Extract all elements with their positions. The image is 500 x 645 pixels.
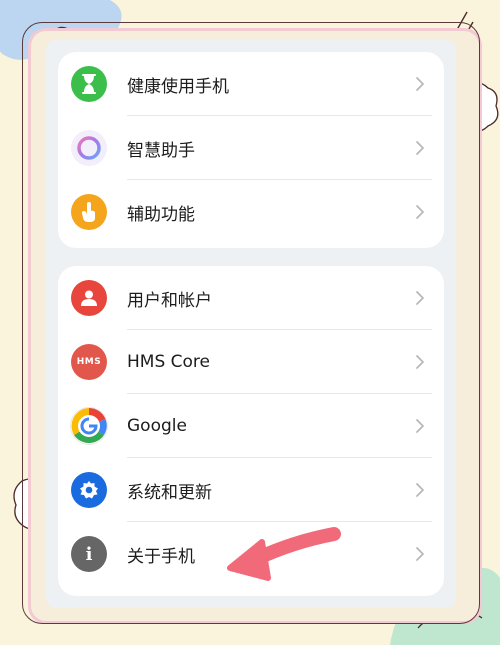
user-icon xyxy=(71,280,107,316)
google-icon xyxy=(71,408,107,444)
assistant-ring-icon xyxy=(71,130,107,166)
chevron-right-icon xyxy=(408,136,432,160)
info-icon: i xyxy=(71,536,107,572)
chevron-right-icon xyxy=(408,72,432,96)
settings-item-label: 智慧助手 xyxy=(127,140,195,161)
settings-item-assistant[interactable]: 智慧助手 xyxy=(58,116,444,180)
chevron-right-icon xyxy=(408,414,432,438)
chevron-right-icon xyxy=(408,350,432,374)
settings-item-google[interactable]: Google xyxy=(58,394,444,458)
info-icon-glyph: i xyxy=(85,543,93,565)
settings-item-label: 系统和更新 xyxy=(127,482,212,503)
hms-icon: HMS xyxy=(71,344,107,380)
settings-item-label: Google xyxy=(127,416,187,436)
gear-icon xyxy=(71,472,107,508)
settings-item-label: 辅助功能 xyxy=(127,204,195,225)
settings-item-label: 健康使用手机 xyxy=(127,76,229,97)
hand-tap-icon xyxy=(71,194,107,230)
settings-item-users-accounts[interactable]: 用户和帐户 xyxy=(58,266,444,330)
chevron-right-icon xyxy=(408,200,432,224)
hourglass-icon xyxy=(71,66,107,102)
settings-item-label: 用户和帐户 xyxy=(127,290,212,311)
chevron-right-icon xyxy=(408,286,432,310)
settings-group-1: 健康使用手机 智慧助手 辅助功能 xyxy=(58,52,444,248)
settings-item-digital-balance[interactable]: 健康使用手机 xyxy=(58,52,444,116)
settings-item-hms-core[interactable]: HMS HMS Core xyxy=(58,330,444,394)
settings-item-system-updates[interactable]: 系统和更新 xyxy=(58,458,444,522)
settings-item-label: HMS Core xyxy=(127,352,210,372)
hms-icon-text: HMS xyxy=(76,357,102,367)
settings-item-accessibility[interactable]: 辅助功能 xyxy=(58,180,444,244)
annotation-arrow xyxy=(227,527,341,581)
chevron-right-icon xyxy=(408,542,432,566)
chevron-right-icon xyxy=(408,478,432,502)
